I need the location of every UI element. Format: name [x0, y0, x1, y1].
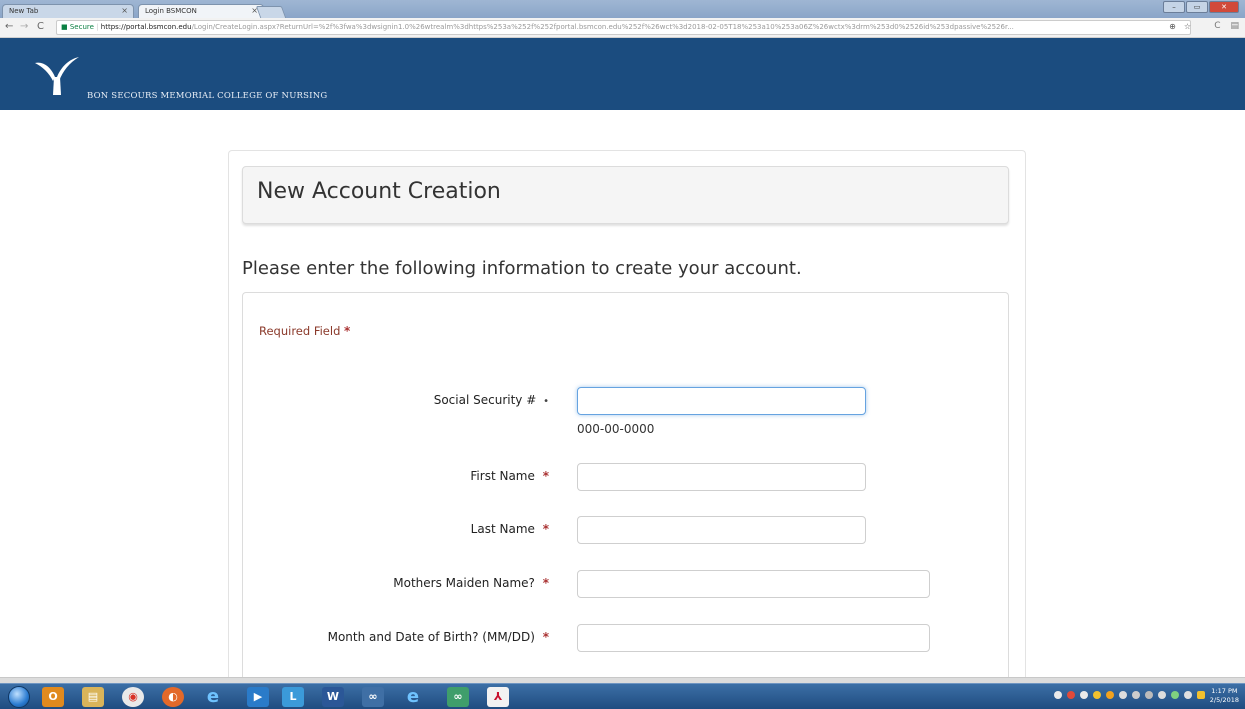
- system-clock[interactable]: 1:17 PM 2/5/2018: [1210, 687, 1239, 705]
- maiden-name-label: Mothers Maiden Name? *: [393, 576, 549, 590]
- outlook-icon[interactable]: O: [42, 687, 64, 707]
- chrome-icon[interactable]: ◉: [122, 687, 144, 707]
- first-name-label: First Name *: [470, 469, 549, 483]
- zoom-icon[interactable]: ⊕: [1169, 22, 1176, 31]
- bullet-icon: •: [543, 396, 549, 407]
- college-name: BON SECOURS MEMORIAL COLLEGE OF NURSING: [87, 91, 328, 101]
- tray-icon[interactable]: [1067, 691, 1075, 699]
- extension-icon[interactable]: C: [1214, 21, 1220, 31]
- site-header: BON SECOURS MEMORIAL COLLEGE OF NURSING: [0, 38, 1245, 110]
- lock-icon: ■: [61, 23, 68, 31]
- explorer-icon[interactable]: ▤: [82, 687, 104, 707]
- omnibox-actions: ⊕ ☆: [1169, 22, 1191, 31]
- college-logo-icon[interactable]: [35, 57, 79, 95]
- acrobat-icon[interactable]: ⅄: [487, 687, 509, 707]
- close-icon[interactable]: ×: [121, 6, 128, 15]
- tab-new-tab[interactable]: New Tab ×: [2, 4, 134, 18]
- menu-icon[interactable]: ▤: [1230, 21, 1239, 31]
- birth-date-label: Month and Date of Birth? (MM/DD) *: [328, 630, 549, 644]
- url-host: https://portal.bsmcon.edu: [100, 23, 192, 31]
- tray-icon[interactable]: [1054, 691, 1062, 699]
- maiden-name-input[interactable]: [577, 570, 930, 598]
- required-star-icon: *: [344, 324, 351, 338]
- tray-icon[interactable]: [1197, 691, 1205, 699]
- intro-text: Please enter the following information t…: [242, 258, 802, 279]
- reload-icon[interactable]: C: [37, 21, 44, 32]
- ie-icon[interactable]: e: [202, 687, 224, 707]
- url-path: /Login/CreateLogin.aspx?ReturnUrl=%2f%3f…: [191, 23, 1014, 31]
- volume-icon[interactable]: [1158, 691, 1166, 699]
- ssn-input[interactable]: [577, 387, 866, 415]
- required-star-icon: *: [542, 522, 549, 536]
- maiden-name-label-text: Mothers Maiden Name?: [393, 576, 535, 590]
- page-title: New Account Creation: [257, 179, 501, 204]
- url-input[interactable]: ■ Secure | https://portal.bsmcon.edu/Log…: [56, 20, 1191, 35]
- start-button[interactable]: [8, 686, 30, 708]
- required-star-icon: *: [542, 469, 549, 483]
- ssn-format-hint: 000-00-0000: [577, 422, 655, 436]
- tray-icon[interactable]: [1093, 691, 1101, 699]
- tray-icon[interactable]: [1184, 691, 1192, 699]
- clock-date: 2/5/2018: [1209, 696, 1239, 704]
- back-arrow-icon[interactable]: ←: [5, 21, 13, 32]
- word-icon[interactable]: W: [322, 687, 344, 707]
- required-star-icon: *: [542, 576, 549, 590]
- tab-label: New Tab: [9, 7, 39, 15]
- lync-icon[interactable]: L: [282, 687, 304, 707]
- tray-icon[interactable]: [1171, 691, 1179, 699]
- tab-label: Login BSMCON: [145, 7, 197, 15]
- extension-icons: C ▤: [1214, 21, 1239, 31]
- taskbar: O ▤ ◉ ◐ e ▶ L W ∞ e ∞ ⅄ 1:17 PM 2/5/2018: [0, 683, 1245, 709]
- birth-date-label-text: Month and Date of Birth? (MM/DD): [327, 630, 535, 644]
- media-icon[interactable]: ▶: [247, 687, 269, 707]
- last-name-label-text: Last Name: [470, 522, 535, 536]
- birth-date-input[interactable]: [577, 624, 930, 652]
- forward-arrow-icon[interactable]: →: [20, 21, 28, 32]
- tray-icon[interactable]: [1119, 691, 1127, 699]
- system-tray: [1054, 691, 1205, 699]
- last-name-input[interactable]: [577, 516, 866, 544]
- bookmark-star-icon[interactable]: ☆: [1184, 22, 1191, 31]
- tray-icon[interactable]: [1080, 691, 1088, 699]
- panel-heading: New Account Creation: [242, 166, 1009, 224]
- ssn-label: Social Security # •: [434, 393, 549, 407]
- address-bar: ← → C ■ Secure | https://portal.bsmcon.e…: [0, 18, 1245, 38]
- first-name-label-text: First Name: [470, 469, 535, 483]
- app-icon[interactable]: ∞: [447, 687, 469, 707]
- window-close-icon[interactable]: ✕: [1209, 1, 1239, 13]
- required-star-icon: *: [542, 630, 549, 644]
- firefox-icon[interactable]: ◐: [162, 687, 184, 707]
- tab-login-bsmcon[interactable]: Login BSMCON ×: [138, 4, 264, 18]
- window-controls: – ▭ ✕: [1163, 1, 1239, 13]
- clock-time: 1:17 PM: [1211, 687, 1238, 695]
- new-tab-button[interactable]: [255, 6, 287, 18]
- minimize-icon[interactable]: –: [1163, 1, 1185, 13]
- required-note-label: Required Field: [259, 324, 341, 338]
- tray-icon[interactable]: [1106, 691, 1114, 699]
- browser-tab-bar: New Tab × Login BSMCON × – ▭ ✕: [0, 0, 1245, 18]
- app-icon[interactable]: ∞: [362, 687, 384, 707]
- tray-icon[interactable]: [1132, 691, 1140, 699]
- last-name-label: Last Name *: [471, 522, 549, 536]
- maximize-icon[interactable]: ▭: [1186, 1, 1208, 13]
- ssn-label-text: Social Security #: [433, 393, 537, 407]
- required-field-note: Required Field *: [259, 324, 350, 338]
- network-icon[interactable]: [1145, 691, 1153, 699]
- first-name-input[interactable]: [577, 463, 866, 491]
- ie-icon[interactable]: e: [402, 687, 424, 707]
- secure-label: Secure: [69, 23, 94, 31]
